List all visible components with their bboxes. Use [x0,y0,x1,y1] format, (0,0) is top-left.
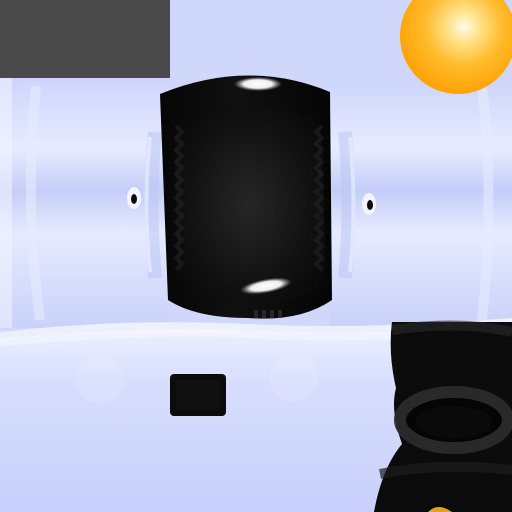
right-eye-icon [362,193,376,215]
top-highlight [234,77,282,91]
right-ice-panel [330,78,512,328]
bottom-right-black-piece [374,320,512,512]
gray-block [0,0,170,86]
texture-atlas [0,0,512,512]
central-black-cylinder [160,75,332,319]
texture-canvas [0,0,512,512]
left-eye-icon [127,187,141,209]
left-ice-panel [0,78,170,328]
